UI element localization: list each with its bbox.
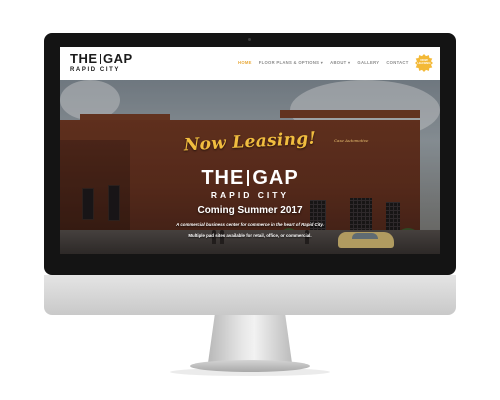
- nav-item-home[interactable]: HOME: [238, 60, 252, 65]
- nav-item-contact[interactable]: CONTACT: [386, 60, 408, 65]
- webcam-icon: [248, 38, 251, 41]
- logo-subtitle: RAPID CITY: [70, 67, 121, 73]
- logo-wordmark: THE GAP: [70, 52, 140, 66]
- nav-item-about[interactable]: ABOUT ▾: [330, 60, 350, 65]
- main-navigation: HOME FLOOR PLANS & OPTIONS ▾ ABOUT ▾ GAL…: [238, 60, 409, 65]
- hero-logo-subtitle: RAPID CITY: [210, 190, 290, 200]
- site-header: THE GAP RAPID CITY HOME FLOOR PLANS & OPT…: [60, 47, 440, 80]
- hero-tagline: A commercial business center for commerc…: [176, 222, 324, 227]
- nav-item-gallery[interactable]: GALLERY: [357, 60, 379, 65]
- logo-word-the: THE: [70, 51, 98, 66]
- hero-banner: Now Leasing! Case Automotive THE GAP RAPI…: [60, 80, 440, 254]
- hero-logo-word-gap: GAP: [252, 167, 299, 189]
- logo-divider: [99, 54, 101, 64]
- hero-overlay: [60, 80, 440, 254]
- monitor-stand-neck: [208, 315, 292, 363]
- hero-logo-word-the: THE: [201, 167, 245, 189]
- nav-item-floor-plans[interactable]: FLOOR PLANS & OPTIONS ▾: [259, 60, 323, 65]
- hero-logo-divider: [247, 170, 250, 186]
- hero-logo-wordmark: THE GAP: [60, 168, 440, 188]
- hero-logo: THE GAP RAPID CITY: [60, 168, 440, 200]
- monitor-chin: [44, 275, 456, 315]
- badge-label: NOW LEASING: [417, 58, 431, 66]
- now-leasing-badge[interactable]: NOW LEASING: [415, 54, 433, 72]
- monitor-stand-base: [190, 360, 310, 372]
- logo-word-gap: GAP: [103, 51, 133, 66]
- hero-description: Multiple pad sites available for retail,…: [188, 233, 312, 238]
- site-logo[interactable]: THE GAP RAPID CITY: [70, 52, 140, 74]
- coming-summer-heading: Coming Summer 2017: [197, 205, 303, 216]
- building-sign: Case Automotive: [334, 138, 369, 143]
- website-screen: THE GAP RAPID CITY HOME FLOOR PLANS & OPT…: [60, 47, 440, 254]
